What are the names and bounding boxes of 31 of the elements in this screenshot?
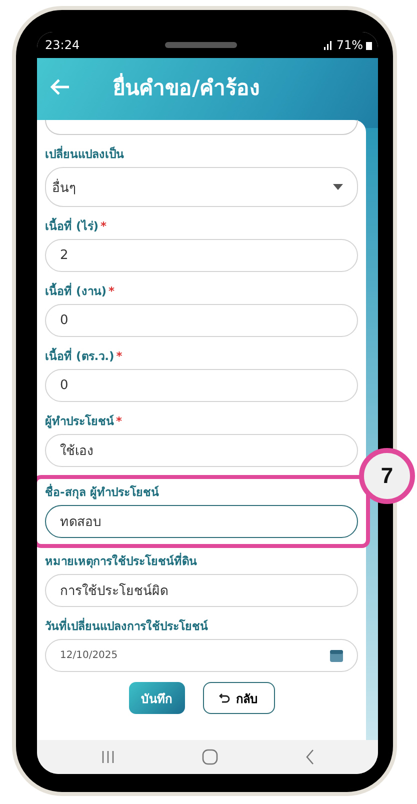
speaker-icon bbox=[165, 42, 238, 48]
recent-apps-icon[interactable] bbox=[100, 750, 114, 764]
input-field[interactable]: ทดสอบ bbox=[45, 505, 358, 538]
input-field[interactable]: การใช้ประโยชน์ผิด bbox=[45, 574, 358, 607]
field-label: เนื้อที่ (ตร.ว.) * bbox=[45, 347, 124, 365]
field-label: ผู้ทำประโยชน์ * bbox=[45, 413, 124, 430]
input-field[interactable]: 0 bbox=[45, 304, 358, 337]
battery-icon bbox=[366, 40, 372, 50]
dropdown-caret-icon bbox=[333, 184, 343, 190]
back-icon[interactable] bbox=[304, 749, 314, 765]
input-field[interactable] bbox=[45, 120, 358, 135]
input-field[interactable]: ใช้เอง bbox=[45, 434, 358, 467]
status-time: 23:24 bbox=[45, 38, 80, 52]
input-field[interactable]: 0 bbox=[45, 369, 358, 402]
field-label: เปลี่ยนแปลงเป็น bbox=[45, 145, 125, 163]
calendar-icon bbox=[330, 650, 343, 662]
field-label: ชื่อ-สกุล ผู้ทำประโยชน์ bbox=[45, 483, 160, 501]
date-field[interactable]: 12/10/2025 bbox=[45, 639, 358, 672]
dropdown-field[interactable]: อื่นๆ bbox=[45, 167, 358, 207]
back-button[interactable]: กลับ bbox=[202, 682, 274, 714]
field-label: วันที่เปลี่ยนแปลงการใช้ประโยชน์ bbox=[45, 617, 209, 635]
input-field[interactable]: 2 bbox=[45, 239, 358, 272]
signal-icon bbox=[323, 40, 334, 50]
back-arrow-icon[interactable] bbox=[49, 77, 71, 97]
undo-icon bbox=[219, 693, 230, 703]
field-label: เนื้อที่ (ไร่) * bbox=[45, 217, 108, 235]
home-icon[interactable] bbox=[202, 749, 218, 765]
field-label: เนื้อที่ (งาน) * bbox=[45, 282, 116, 300]
page-title: ยื่นคำขอ/คำร้อง bbox=[113, 70, 260, 104]
battery-level: 71% bbox=[336, 38, 363, 52]
field-label: หมายเหตุการใช้ประโยชน์ที่ดิน bbox=[45, 552, 198, 570]
